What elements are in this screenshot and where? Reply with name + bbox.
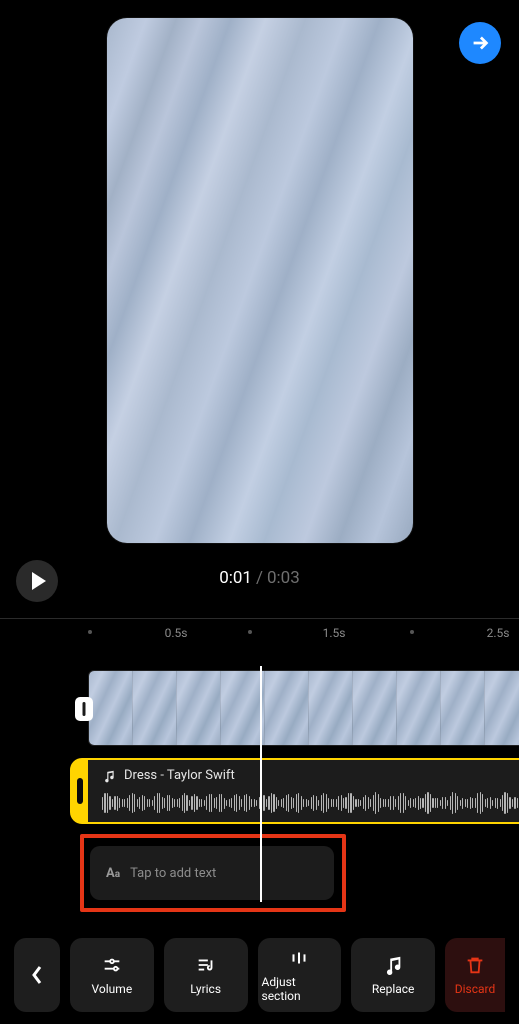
lyrics-icon — [195, 954, 217, 976]
video-preview[interactable] — [107, 18, 413, 543]
timeline-ruler: 0.5s 1.5s 2.5s — [0, 626, 519, 654]
adjust-label: Adjust section — [262, 975, 338, 1003]
text-placeholder: Tap to add text — [130, 866, 216, 881]
video-thumb — [309, 671, 353, 745]
video-thumb — [221, 671, 265, 745]
audio-track[interactable]: Dress - Taylor Swift — [70, 758, 519, 824]
ruler-dot — [410, 630, 414, 634]
audio-waveform — [102, 790, 519, 816]
video-thumb — [265, 671, 309, 745]
music-note-icon — [102, 769, 116, 783]
time-total: 0:03 — [267, 568, 300, 588]
text-aa-icon: Aa — [106, 866, 120, 881]
discard-label: Discard — [455, 982, 496, 996]
replace-label: Replace — [372, 982, 415, 996]
next-button[interactable] — [459, 22, 501, 64]
video-thumb — [485, 671, 519, 745]
lyrics-button[interactable]: Lyrics — [164, 938, 248, 1012]
volume-button[interactable]: Volume — [70, 938, 154, 1012]
audio-title: Dress - Taylor Swift — [124, 768, 235, 783]
discard-button[interactable]: Discard — [445, 938, 505, 1012]
timeline-playhead[interactable] — [260, 666, 262, 902]
video-thumb — [397, 671, 441, 745]
arrow-right-icon — [469, 32, 491, 54]
trash-icon — [464, 954, 486, 976]
video-thumb — [353, 671, 397, 745]
time-row: 0:01/0:03 — [0, 560, 519, 606]
time-current: 0:01 — [219, 568, 252, 588]
bottom-toolbar: Volume Lyrics Adjust section Replace Dis… — [0, 926, 519, 1024]
video-thumb-strip[interactable] — [88, 670, 519, 746]
volume-label: Volume — [92, 982, 133, 996]
clip-trim-handle[interactable] — [75, 697, 93, 721]
preview-area — [0, 0, 519, 560]
back-button[interactable] — [14, 938, 60, 1012]
sliders-icon — [101, 954, 123, 976]
audio-trim-handle[interactable] — [77, 778, 83, 804]
ruler-tick: 1.5s — [323, 626, 346, 640]
ruler-dot — [248, 630, 252, 634]
chevron-left-icon — [31, 965, 43, 985]
music-icon — [382, 954, 404, 976]
ruler-dot — [88, 630, 92, 634]
adjust-section-icon — [288, 947, 310, 969]
ruler-tick: 2.5s — [487, 626, 510, 640]
ruler-tick: 0.5s — [165, 626, 188, 640]
replace-button[interactable]: Replace — [351, 938, 435, 1012]
lyrics-label: Lyrics — [190, 982, 221, 996]
adjust-button[interactable]: Adjust section — [258, 938, 342, 1012]
video-thumb — [441, 671, 485, 745]
audio-track-inner: Dress - Taylor Swift — [88, 760, 519, 822]
video-thumb — [133, 671, 177, 745]
video-thumb — [177, 671, 221, 745]
time-display: 0:01/0:03 — [0, 568, 519, 588]
video-thumb — [89, 671, 133, 745]
text-track[interactable]: Aa Tap to add text — [90, 846, 334, 900]
timeline-divider — [0, 618, 519, 619]
